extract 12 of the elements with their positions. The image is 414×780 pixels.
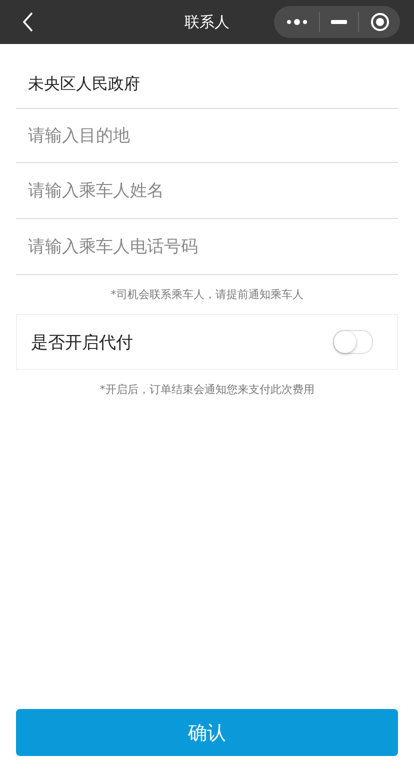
more-icon[interactable] — [286, 18, 308, 26]
pay-note: *开启后，订单结束会通知您来支付此次费用 — [98, 382, 316, 397]
nav-title: 联系人 — [184, 12, 230, 32]
toggle-switch[interactable] — [333, 330, 373, 354]
close-icon[interactable] — [370, 12, 390, 32]
driver-note: *司机会联系乘车人，请提前通知乘车人 — [110, 287, 304, 302]
input-field[interactable]: 请输入目的地 — [16, 126, 398, 146]
back-icon[interactable] — [22, 12, 34, 32]
input-field[interactable]: 请输入乘车人姓名 — [16, 180, 398, 200]
input-field[interactable]: 请输入乘车人电话号码 — [16, 236, 398, 256]
input-field[interactable]: 未央区人民政府 — [16, 74, 398, 94]
toggle-label: 是否开启代付 — [31, 332, 133, 354]
